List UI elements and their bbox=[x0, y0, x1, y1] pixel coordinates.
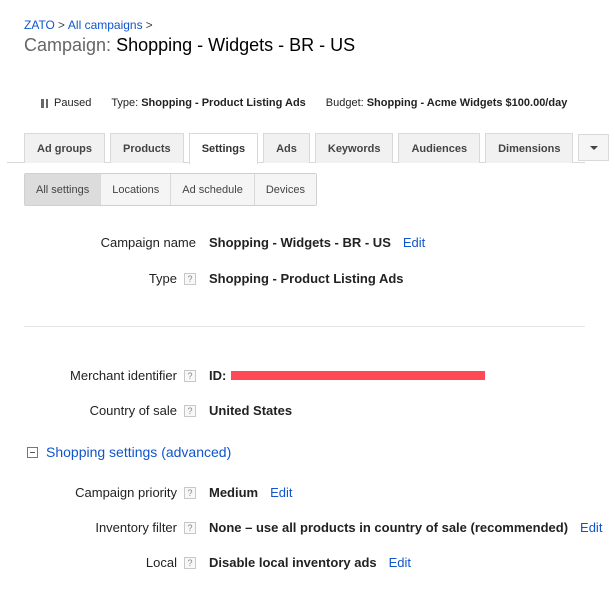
subtab-ad-schedule[interactable]: Ad schedule bbox=[171, 174, 255, 205]
campaign-name-value: Shopping - Widgets - BR - US bbox=[209, 235, 391, 250]
help-icon[interactable]: ? bbox=[184, 404, 196, 417]
pause-icon bbox=[41, 98, 48, 108]
breadcrumb-link-all-campaigns[interactable]: All campaigns bbox=[68, 18, 143, 32]
subtab-devices[interactable]: Devices bbox=[254, 174, 316, 205]
setting-merchant-identifier: Merchant identifier ? ID: bbox=[0, 368, 486, 383]
budget-info: Budget: Shopping - Acme Widgets $100.00/… bbox=[326, 97, 568, 109]
merchant-identifier-label: Merchant identifier bbox=[70, 368, 177, 383]
budget-label: Budget: bbox=[325, 97, 364, 109]
page-title: Campaign: Shopping - Widgets - BR - US bbox=[24, 35, 355, 56]
campaign-priority-edit-link[interactable]: Edit bbox=[270, 485, 292, 500]
campaign-type-info: Type: Shopping - Product Listing Ads bbox=[111, 97, 305, 109]
settings-subtabs: All settings Locations Ad schedule Devic… bbox=[24, 173, 317, 206]
tab-settings[interactable]: Settings bbox=[188, 133, 259, 164]
more-tabs-button[interactable] bbox=[578, 134, 610, 161]
tab-ads[interactable]: Ads bbox=[263, 133, 310, 163]
country-of-sale-value: United States bbox=[209, 403, 293, 418]
local-label: Local bbox=[145, 555, 177, 570]
breadcrumb-separator: > bbox=[145, 18, 153, 32]
setting-inventory-filter: Inventory filter ? None – use all produc… bbox=[0, 520, 602, 535]
budget-value: Shopping - Acme Widgets $100.00/day bbox=[366, 97, 568, 109]
subtab-locations[interactable]: Locations bbox=[101, 174, 172, 205]
help-icon[interactable]: ? bbox=[184, 521, 196, 534]
shopping-settings-advanced-toggle[interactable]: Shopping settings (advanced) bbox=[27, 444, 231, 460]
section-divider bbox=[24, 326, 585, 327]
campaign-name-edit-link[interactable]: Edit bbox=[403, 235, 425, 250]
type-label: Type: bbox=[111, 97, 139, 109]
tab-audiences[interactable]: Audiences bbox=[398, 133, 481, 163]
local-edit-link[interactable]: Edit bbox=[389, 555, 411, 570]
type-setting-value: Shopping - Product Listing Ads bbox=[209, 271, 404, 286]
merchant-identifier-value: ID: bbox=[209, 368, 227, 383]
status-text: Paused bbox=[54, 97, 92, 109]
country-of-sale-label: Country of sale bbox=[89, 403, 177, 418]
tab-ad-groups[interactable]: Ad groups bbox=[24, 133, 105, 163]
page-title-prefix: Campaign: bbox=[24, 35, 112, 55]
campaign-priority-value: Medium bbox=[209, 485, 259, 500]
main-tabs: Ad groups Products Settings Ads Keywords… bbox=[24, 133, 614, 164]
local-value: Disable local inventory ads bbox=[209, 555, 377, 570]
shopping-settings-advanced-label: Shopping settings (advanced) bbox=[46, 444, 232, 460]
campaign-status-bar: Paused Type: Shopping - Product Listing … bbox=[41, 97, 587, 109]
setting-campaign-name: Campaign name Shopping - Widgets - BR - … bbox=[0, 235, 426, 250]
type-setting-label: Type bbox=[148, 271, 177, 286]
help-icon[interactable]: ? bbox=[184, 556, 196, 569]
help-icon[interactable]: ? bbox=[184, 369, 196, 382]
setting-campaign-priority: Campaign priority ? Medium Edit bbox=[0, 485, 292, 500]
tab-keywords[interactable]: Keywords bbox=[314, 133, 394, 163]
inventory-filter-edit-link[interactable]: Edit bbox=[580, 520, 602, 535]
breadcrumb-link-zato[interactable]: ZATO bbox=[24, 18, 55, 32]
redaction-bar bbox=[231, 371, 486, 380]
campaign-name-label: Campaign name bbox=[100, 235, 196, 250]
help-icon[interactable]: ? bbox=[184, 272, 196, 285]
breadcrumb-separator: > bbox=[57, 18, 65, 32]
setting-country-of-sale: Country of sale ? United States bbox=[0, 403, 293, 418]
campaign-name-title: Shopping - Widgets - BR - US bbox=[116, 35, 356, 55]
help-icon[interactable]: ? bbox=[184, 486, 196, 499]
setting-local: Local ? Disable local inventory ads Edit bbox=[0, 555, 411, 570]
tab-products[interactable]: Products bbox=[110, 133, 184, 163]
campaign-priority-label: Campaign priority bbox=[75, 485, 177, 500]
type-value: Shopping - Product Listing Ads bbox=[141, 97, 306, 109]
collapse-icon bbox=[27, 446, 38, 458]
inventory-filter-value: None – use all products in country of sa… bbox=[209, 520, 569, 535]
tab-dimensions[interactable]: Dimensions bbox=[485, 133, 574, 163]
subtab-all-settings[interactable]: All settings bbox=[25, 174, 102, 205]
inventory-filter-label: Inventory filter bbox=[95, 520, 177, 535]
chevron-down-icon bbox=[589, 145, 598, 150]
status-paused[interactable]: Paused bbox=[41, 97, 91, 109]
setting-type: Type ? Shopping - Product Listing Ads bbox=[0, 271, 404, 286]
breadcrumb: ZATO > All campaigns > bbox=[24, 18, 156, 32]
